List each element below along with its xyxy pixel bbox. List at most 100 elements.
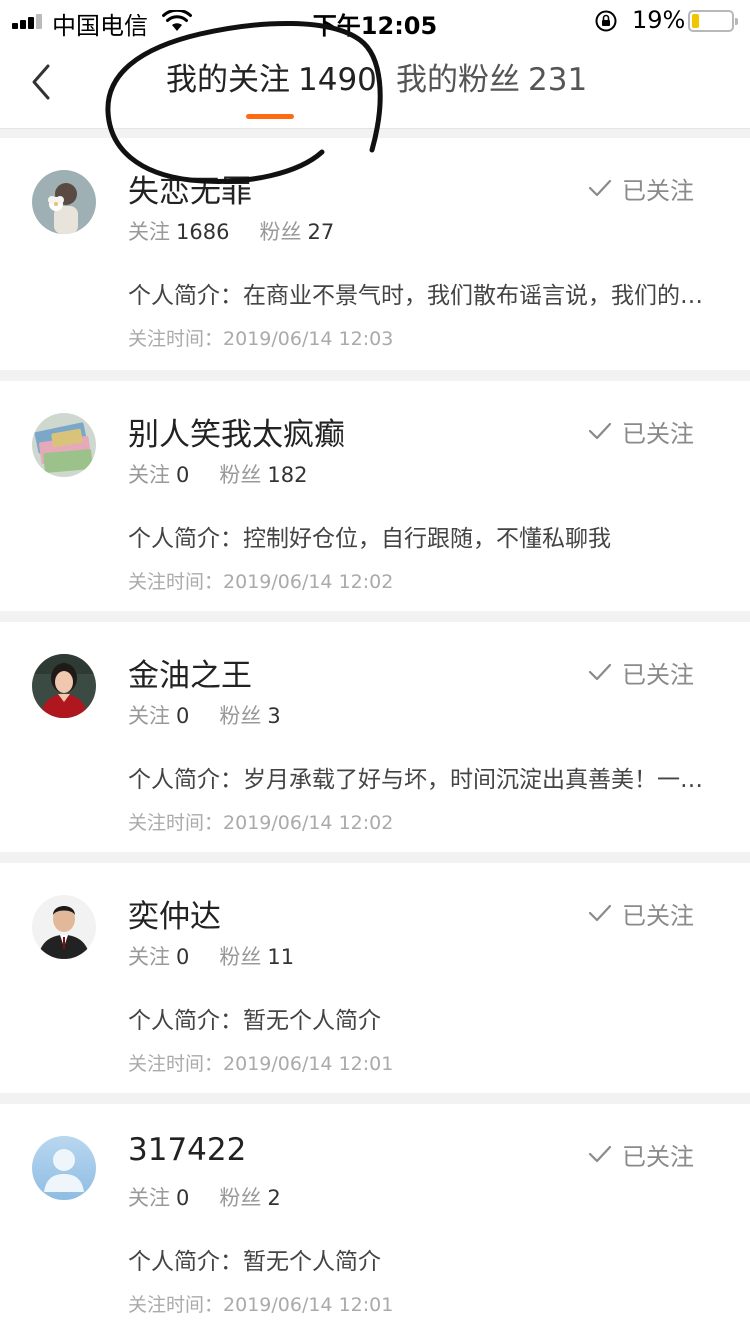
followed-button[interactable]: 已关注 <box>588 895 694 931</box>
user-stats: 关注 1686 粉丝 27 <box>128 216 334 246</box>
followed-button[interactable]: 已关注 <box>588 170 694 206</box>
fans-label: 粉丝 <box>219 1186 262 1210</box>
user-name[interactable]: 奕仲达 <box>128 891 221 936</box>
avatar[interactable] <box>32 1136 96 1200</box>
followed-label: 已关注 <box>622 901 694 930</box>
checkmark-icon <box>588 179 612 197</box>
tab-my-fans[interactable]: 我的粉丝 231 <box>396 60 587 100</box>
tab-label: 我的粉丝 <box>396 62 520 98</box>
checkmark-icon <box>588 422 612 440</box>
followed-label: 已关注 <box>622 419 694 448</box>
user-card[interactable]: 金油之王 已关注关注 0 粉丝 3 个人简介：岁月承载了好与坏，时间沉淀出真善美！一… 关注… <box>0 611 750 852</box>
follow-time-label: 关注时间： <box>128 1294 224 1316</box>
user-stats: 关注 0 粉丝 3 <box>128 700 281 730</box>
follow-time-label: 关注时间： <box>128 812 224 834</box>
nav-header: 我的关注 1490 我的粉丝 231 <box>0 40 750 129</box>
user-bio: 个人简介：控制好仓位，自行跟随，不懂私聊我 <box>128 519 728 553</box>
fans-count: 3 <box>267 704 281 728</box>
following-label: 关注 <box>128 945 170 969</box>
following-label: 关注 <box>128 704 170 728</box>
follow-time-label: 关注时间： <box>128 571 224 593</box>
avatar[interactable] <box>32 895 96 959</box>
fans-count: 2 <box>267 1186 281 1210</box>
follow-time-label: 关注时间： <box>128 328 224 350</box>
user-card[interactable]: 失恋无罪 已关注关注 1686 粉丝 27 个人简介：在商业不景气时，我们散布谣言说，我们… <box>0 129 750 370</box>
checkmark-icon <box>588 1145 612 1163</box>
user-bio: 个人简介：在商业不景气时，我们散布谣言说，我们的… <box>128 276 728 310</box>
followed-label: 已关注 <box>622 1142 694 1171</box>
bio-label: 个人简介： <box>128 526 243 552</box>
follow-time: 关注时间：2019/06/14 12:01 <box>128 1049 393 1076</box>
user-card[interactable]: 奕仲达 已关注 关注 0 粉丝 11 个人简介：暂无个人简介 关注时间：2019/06/14 … <box>0 852 750 1093</box>
follow-time: 关注时间：2019/06/14 12:01 <box>128 1290 393 1317</box>
user-card[interactable]: 别人笑我太疯癫 已关注 关注 0 粉丝 182 个人简介：控制好仓位，自行跟随，不懂私聊我关… <box>0 370 750 611</box>
following-label: 关注 <box>128 1186 170 1210</box>
user-bio: 个人简介：暂无个人简介 <box>128 1001 728 1035</box>
followed-button[interactable]: 已关注 <box>588 654 694 690</box>
page: 中国电信 下午12:05 19% 我的关注 1490 我的粉丝 231 失恋无罪 已关 <box>0 0 750 1334</box>
user-name[interactable]: 317422 <box>128 1132 246 1168</box>
following-count: 0 <box>176 1186 190 1210</box>
fans-label: 粉丝 <box>219 463 262 487</box>
user-bio: 个人简介：岁月承载了好与坏，时间沉淀出真善美！一… <box>128 760 728 794</box>
following-list: 失恋无罪 已关注 关注 1686 粉丝 27 个人简介：在商业不景气时，我们散布谣言说，我们… <box>0 129 750 1334</box>
following-count: 0 <box>176 463 190 487</box>
following-count: 0 <box>176 945 190 969</box>
checkmark-icon <box>588 904 612 922</box>
user-stats: 关注 0 粉丝 11 <box>128 941 294 971</box>
back-button[interactable] <box>22 60 62 104</box>
bio-text: 控制好仓位，自行跟随，不懂私聊我 <box>243 526 611 552</box>
user-card[interactable]: 317422 已关注 关注 0 粉丝 2 个人简介：暂无个人简介 关注时间：2019/06/1… <box>0 1093 750 1334</box>
following-label: 关注 <box>128 463 170 487</box>
user-name[interactable]: 别人笑我太疯癫 <box>128 409 345 454</box>
following-count: 1686 <box>176 220 230 244</box>
bio-text: 暂无个人简介 <box>243 1008 381 1034</box>
following-label: 关注 <box>128 220 170 244</box>
followed-label: 已关注 <box>622 660 694 689</box>
fans-count: 11 <box>267 945 295 969</box>
user-name[interactable]: 失恋无罪 <box>128 166 252 211</box>
fans-label: 粉丝 <box>219 704 262 728</box>
follow-time: 关注时间：2019/06/14 12:02 <box>128 567 393 594</box>
follow-time: 关注时间：2019/06/14 12:03 <box>128 324 393 351</box>
follow-time-value: 2019/06/14 12:02 <box>223 812 394 834</box>
bio-label: 个人简介： <box>128 1008 243 1034</box>
bio-text: 岁月承载了好与坏，时间沉淀出真善美！一… <box>243 767 703 793</box>
avatar[interactable] <box>32 654 96 718</box>
rotation-lock-icon <box>595 10 617 32</box>
battery-percent: 19% <box>632 6 686 34</box>
fans-count: 27 <box>307 220 335 244</box>
fans-count: 182 <box>267 463 308 487</box>
follow-time-value: 2019/06/14 12:01 <box>223 1053 394 1075</box>
active-tab-indicator <box>246 114 294 119</box>
follow-time-label: 关注时间： <box>128 1053 224 1075</box>
user-stats: 关注 0 粉丝 182 <box>128 459 307 489</box>
tab-my-following[interactable]: 我的关注 1490 <box>166 60 377 100</box>
bio-text: 暂无个人简介 <box>243 1249 381 1275</box>
tab-label: 我的关注 <box>166 62 290 98</box>
bio-label: 个人简介： <box>128 283 243 309</box>
bio-label: 个人简介： <box>128 767 243 793</box>
bio-label: 个人简介： <box>128 1249 243 1275</box>
tab-count: 1490 <box>298 62 377 98</box>
bio-text: 在商业不景气时，我们散布谣言说，我们的… <box>243 283 703 309</box>
follow-time-value: 2019/06/14 12:02 <box>223 571 394 593</box>
fans-label: 粉丝 <box>219 945 262 969</box>
tab-count: 231 <box>528 62 588 98</box>
checkmark-icon <box>588 663 612 681</box>
follow-time-value: 2019/06/14 12:01 <box>223 1294 394 1316</box>
avatar[interactable] <box>32 170 96 234</box>
fans-label: 粉丝 <box>259 220 302 244</box>
user-stats: 关注 0 粉丝 2 <box>128 1182 281 1212</box>
status-bar: 中国电信 下午12:05 19% <box>0 0 750 40</box>
avatar[interactable] <box>32 413 96 477</box>
following-count: 0 <box>176 704 190 728</box>
battery-icon <box>688 10 738 32</box>
followed-label: 已关注 <box>622 176 694 205</box>
user-bio: 个人简介：暂无个人简介 <box>128 1242 728 1276</box>
user-name[interactable]: 金油之王 <box>128 650 252 695</box>
follow-time-value: 2019/06/14 12:03 <box>223 328 394 350</box>
follow-time: 关注时间：2019/06/14 12:02 <box>128 808 393 835</box>
followed-button[interactable]: 已关注 <box>588 413 694 449</box>
followed-button[interactable]: 已关注 <box>588 1136 694 1172</box>
